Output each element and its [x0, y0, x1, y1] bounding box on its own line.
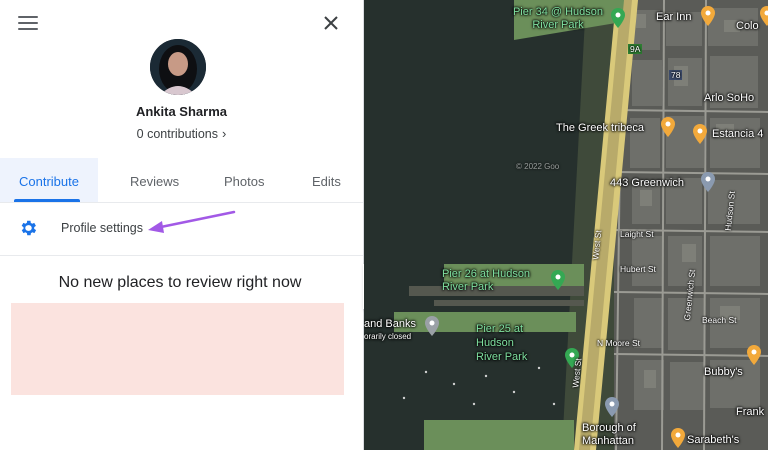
close-icon[interactable]	[320, 12, 342, 34]
place-label-pier25[interactable]: Pier 25 at Hudson River Park	[476, 322, 540, 364]
restaurant-pin-icon[interactable]	[660, 117, 676, 137]
profile-settings-label: Profile settings	[61, 221, 143, 235]
place-label-pier34[interactable]: Pier 34 @ Hudson River Park	[504, 6, 612, 32]
place-label-temporarily-closed: orarily closed	[364, 332, 412, 341]
hamburger-menu-icon[interactable]	[18, 16, 38, 32]
map-copyright-watermark: © 2022 Goo	[516, 162, 560, 171]
active-tab-indicator	[14, 199, 80, 202]
place-label-pier26[interactable]: Pier 26 at Hudson River Park	[442, 268, 548, 294]
restaurant-pin-icon[interactable]	[692, 124, 708, 144]
empty-state-message: No new places to review right now	[58, 274, 302, 291]
place-label-443-greenwich[interactable]: 443 Greenwich	[610, 177, 684, 189]
route-9a-shield: 9A	[628, 44, 643, 54]
chevron-right-icon: ›	[221, 126, 227, 141]
borough-name: Borough of Manhattan	[582, 422, 636, 447]
restaurant-pin-icon[interactable]	[700, 6, 716, 26]
pier25-name: Pier 25 at Hudson River Park	[476, 323, 528, 363]
place-label-ear-inn[interactable]: Ear Inn	[656, 11, 691, 23]
tab-contribute[interactable]: Contribute	[19, 174, 79, 189]
place-label-borough-of-manhattan[interactable]: Borough of Manhattan	[582, 422, 656, 448]
place-label-bubbys[interactable]: Bubby's	[704, 366, 743, 378]
park-pin-icon[interactable]	[550, 270, 566, 290]
restaurant-pin-icon[interactable]	[670, 428, 686, 448]
contributions-link[interactable]: 0 contributions ›	[0, 126, 363, 141]
place-label-color[interactable]: Colo	[736, 20, 759, 32]
user-name: Ankita Sharma	[135, 104, 228, 119]
place-label-arlo-soho[interactable]: Arlo SoHo	[704, 92, 754, 104]
review-placeholder-block	[11, 303, 344, 395]
contributions-count: 0 contributions	[136, 127, 218, 141]
street-label-beach-st: Beach St	[702, 315, 737, 325]
avatar[interactable]	[150, 39, 206, 95]
place-label-sand-banks[interactable]: and Banks	[364, 318, 416, 330]
restaurant-pin-icon[interactable]	[746, 345, 762, 365]
tab-photos[interactable]: Photos	[224, 174, 264, 189]
place-label-sarabeths[interactable]: Sarabeth's	[687, 434, 739, 446]
park-pin-icon[interactable]	[610, 8, 626, 28]
annotation-arrow	[148, 210, 236, 233]
location-pin-icon[interactable]	[700, 172, 716, 192]
satellite-map-background	[364, 0, 768, 450]
restaurant-pin-icon[interactable]	[759, 6, 768, 26]
pier34-name: Pier 34 @ Hudson River Park	[512, 6, 604, 31]
street-label-laight-st: Laight St	[620, 229, 654, 239]
pier26-name: Pier 26 at Hudson River Park	[442, 268, 531, 293]
place-label-frank[interactable]: Frank	[736, 406, 764, 418]
side-panel: Ankita Sharma 0 contributions › Contribut…	[0, 0, 364, 450]
tab-edits[interactable]: Edits	[312, 174, 341, 189]
street-label-hubert-st: Hubert St	[620, 264, 656, 274]
place-label-the-greek[interactable]: The Greek tribeca	[556, 122, 644, 134]
map-view[interactable]: Pier 34 @ Hudson River Park Ear Inn Colo…	[364, 0, 768, 450]
route-78-shield: 78	[669, 70, 683, 80]
place-label-estancia[interactable]: Estancia 4	[712, 128, 763, 140]
closed-place-pin-icon[interactable]	[424, 316, 440, 336]
contribution-tabs: Contribute Reviews Photos Edits	[0, 158, 363, 203]
tab-reviews[interactable]: Reviews	[130, 174, 179, 189]
location-pin-icon[interactable]	[604, 397, 620, 417]
gear-icon	[18, 218, 38, 238]
street-label-n-moore-st: N Moore St	[597, 338, 640, 348]
